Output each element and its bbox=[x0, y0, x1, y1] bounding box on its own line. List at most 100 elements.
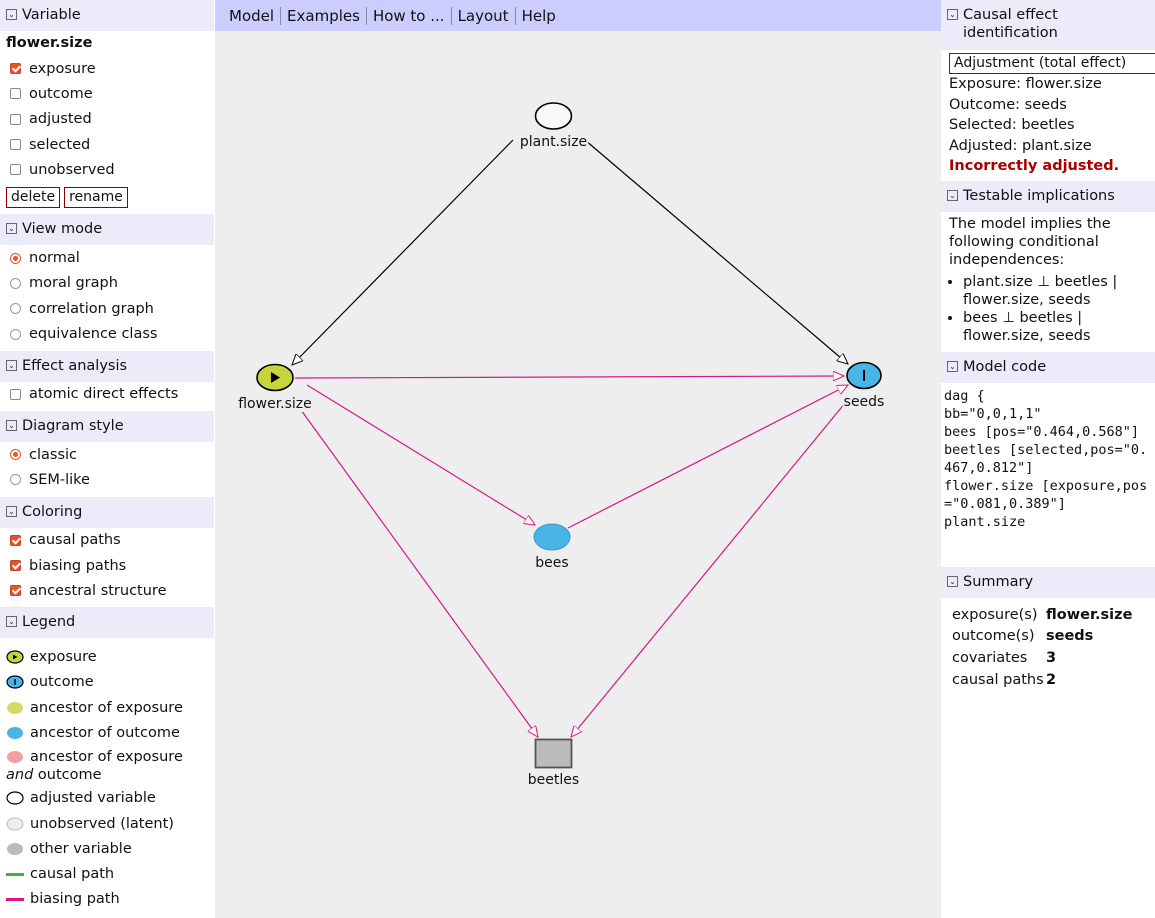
summary-section-header[interactable]: ⌄ Summary bbox=[941, 566, 1155, 598]
delete-button[interactable]: delete bbox=[6, 186, 61, 208]
edge-flower-size-beetles[interactable] bbox=[300, 409, 538, 737]
adjusted-checkbox-row[interactable]: adjusted bbox=[0, 107, 214, 132]
radio-normal[interactable] bbox=[10, 252, 21, 264]
atomic-direct-effects-checkbox[interactable] bbox=[10, 388, 21, 400]
edge-flower-size-seeds[interactable] bbox=[294, 376, 844, 378]
adjusted-node-icon bbox=[6, 791, 24, 805]
view-moral-option[interactable]: moral graph bbox=[0, 271, 214, 296]
legend-section-header[interactable]: ⌄ Legend bbox=[0, 607, 214, 639]
implication-item: plant.size ⊥ beetles | flower.size, seed… bbox=[963, 273, 1155, 309]
collapse-icon[interactable]: ⌄ bbox=[6, 505, 17, 517]
view-normal-option[interactable]: normal bbox=[0, 245, 214, 270]
collapse-icon[interactable]: ⌄ bbox=[947, 360, 958, 372]
edge-bees-seeds[interactable] bbox=[567, 385, 848, 529]
testable-section-header[interactable]: ⌄ Testable implications bbox=[941, 180, 1155, 212]
biasing-path-line-icon bbox=[6, 898, 24, 902]
unobserved-checkbox[interactable] bbox=[10, 164, 21, 176]
exposure-checkbox[interactable] bbox=[10, 63, 21, 75]
radio-moral[interactable] bbox=[10, 277, 21, 289]
radio-equivalence[interactable] bbox=[10, 328, 21, 340]
view-mode-section-header[interactable]: ⌄ View mode bbox=[0, 214, 214, 246]
view-mode-title: View mode bbox=[22, 221, 103, 238]
causal-adjusted: Adjusted: plant.size bbox=[949, 137, 1092, 154]
variable-section-header[interactable]: ⌄ Variable bbox=[0, 0, 214, 31]
biasing-paths-row[interactable]: biasing paths bbox=[0, 553, 214, 578]
summary-value: 2 bbox=[1046, 671, 1057, 688]
checkbox-label: exposure bbox=[29, 60, 96, 77]
collapse-icon[interactable]: ⌄ bbox=[6, 223, 17, 235]
rename-button[interactable]: rename bbox=[64, 186, 128, 208]
legend-label: ancestor of exposure bbox=[30, 699, 183, 716]
ancestral-structure-checkbox[interactable] bbox=[10, 585, 21, 597]
radio-label: moral graph bbox=[29, 275, 118, 292]
other-node-icon bbox=[7, 842, 23, 855]
collapse-icon[interactable]: ⌄ bbox=[947, 189, 958, 201]
effect-analysis-title: Effect analysis bbox=[22, 357, 128, 374]
legend-label: ancestor of exposure bbox=[30, 748, 183, 765]
biasing-paths-checkbox[interactable] bbox=[10, 560, 21, 571]
causal-paths-checkbox[interactable] bbox=[10, 534, 21, 546]
ancestor-outcome-icon bbox=[7, 726, 23, 739]
model-code-textarea[interactable]: dag { bb="0,0,1,1" bees [pos="0.464,0.56… bbox=[941, 383, 1155, 563]
collapse-icon[interactable]: ⌄ bbox=[947, 575, 958, 587]
radio-classic[interactable] bbox=[10, 449, 21, 461]
legend-biasing-path: biasing path bbox=[0, 887, 214, 912]
radio-sem[interactable] bbox=[10, 474, 21, 486]
checkbox-label: outcome bbox=[29, 85, 93, 102]
view-equivalence-option[interactable]: equivalence class bbox=[0, 321, 214, 346]
unobserved-checkbox-row[interactable]: unobserved bbox=[0, 157, 214, 182]
exposure-checkbox-row[interactable]: exposure bbox=[0, 56, 214, 81]
testable-intro: The model implies the following conditio… bbox=[949, 215, 1111, 268]
selected-checkbox-row[interactable]: selected bbox=[0, 132, 214, 157]
collapse-icon[interactable]: ⌄ bbox=[947, 9, 958, 20]
collapse-icon[interactable]: ⌄ bbox=[6, 9, 17, 20]
summary-row: outcome(s) seeds bbox=[952, 626, 1155, 648]
collapse-icon[interactable]: ⌄ bbox=[6, 359, 17, 371]
diagram-style-section-header[interactable]: ⌄ Diagram style bbox=[0, 410, 214, 442]
unobserved-node-icon bbox=[6, 817, 24, 831]
causal-paths-row[interactable]: causal paths bbox=[0, 528, 214, 553]
selected-checkbox[interactable] bbox=[10, 139, 21, 151]
legend-label: ancestor of outcome bbox=[30, 724, 180, 741]
radio-label: SEM-like bbox=[29, 471, 90, 488]
diagram-canvas[interactable]: Model Examples How to ... Layout Help pl… bbox=[215, 0, 941, 918]
adjusted-checkbox[interactable] bbox=[10, 113, 21, 125]
edge-plant-size-seeds[interactable] bbox=[584, 139, 848, 364]
legend-outcome: outcome bbox=[0, 670, 214, 695]
summary-key: outcome(s) bbox=[952, 628, 1035, 645]
checkbox-label: biasing paths bbox=[29, 557, 127, 574]
radio-label: classic bbox=[29, 446, 77, 463]
node-bees[interactable] bbox=[533, 523, 571, 551]
legend-ancestor-outcome: ancestor of outcome bbox=[0, 720, 214, 745]
summary-value: flower.size bbox=[1046, 606, 1133, 623]
causal-effect-section-header[interactable]: ⌄ Causal effect identification bbox=[941, 0, 1155, 50]
summary-table: exposure(s) flower.size outcome(s) seeds c… bbox=[941, 598, 1155, 692]
view-correlation-option[interactable]: correlation graph bbox=[0, 296, 214, 321]
edge-plant-size-flower-size[interactable] bbox=[292, 139, 514, 365]
edge-flower-size-bees[interactable] bbox=[306, 384, 535, 525]
ancestor-both-icon bbox=[7, 750, 23, 763]
style-classic-option[interactable]: classic bbox=[0, 442, 214, 467]
model-code-section-header[interactable]: ⌄ Model code bbox=[941, 351, 1155, 383]
edge-seeds-beetles[interactable] bbox=[571, 396, 851, 737]
variable-name: flower.size bbox=[6, 35, 93, 51]
legend-label: adjusted variable bbox=[30, 790, 156, 807]
style-sem-option[interactable]: SEM-like bbox=[0, 467, 214, 492]
atomic-direct-effects-row[interactable]: atomic direct effects bbox=[0, 382, 214, 407]
coloring-section-header[interactable]: ⌄ Coloring bbox=[0, 496, 214, 528]
legend-exposure: exposure bbox=[0, 644, 214, 669]
radio-correlation[interactable] bbox=[10, 303, 21, 315]
collapse-icon[interactable]: ⌄ bbox=[6, 616, 17, 628]
node-plant-size[interactable] bbox=[534, 102, 573, 130]
legend-label: causal path bbox=[30, 866, 115, 883]
adjustment-select[interactable]: Adjustment (total effect) bbox=[949, 53, 1155, 74]
collapse-icon[interactable]: ⌄ bbox=[6, 419, 17, 431]
legend-adjusted: adjusted variable bbox=[0, 786, 214, 811]
causal-path-line-icon bbox=[6, 873, 24, 877]
node-beetles[interactable] bbox=[534, 738, 573, 769]
ancestral-structure-row[interactable]: ancestral structure bbox=[0, 578, 214, 603]
effect-analysis-section-header[interactable]: ⌄ Effect analysis bbox=[0, 350, 214, 382]
legend-other: other variable bbox=[0, 836, 214, 861]
outcome-checkbox-row[interactable]: outcome bbox=[0, 81, 214, 106]
outcome-checkbox[interactable] bbox=[10, 88, 21, 100]
